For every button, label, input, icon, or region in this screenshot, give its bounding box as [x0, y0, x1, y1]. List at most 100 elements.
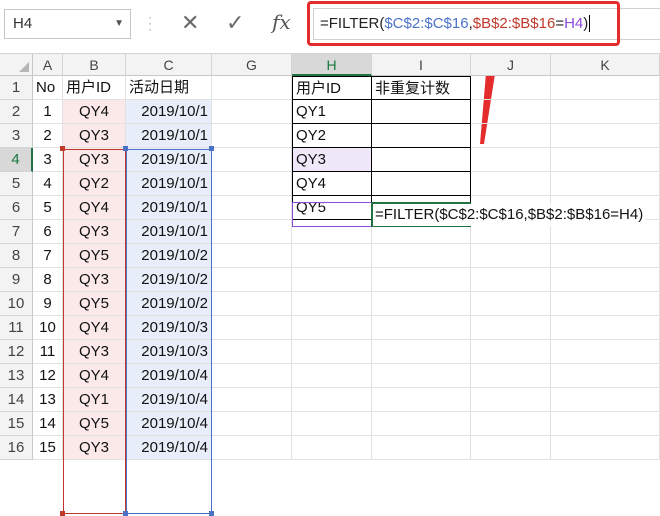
- cell[interactable]: [471, 340, 551, 364]
- cell[interactable]: [471, 76, 551, 100]
- data-cell[interactable]: 2019/10/4: [126, 436, 212, 460]
- range-resize-handle[interactable]: [209, 146, 214, 151]
- row-header-9[interactable]: 9: [0, 268, 33, 292]
- cell[interactable]: [551, 436, 660, 460]
- drag-handle-icon[interactable]: · · ·: [148, 11, 152, 35]
- cell[interactable]: [372, 268, 471, 292]
- data-cell[interactable]: 2019/10/4: [126, 364, 212, 388]
- cell[interactable]: [212, 172, 292, 196]
- cell[interactable]: [292, 268, 372, 292]
- cell[interactable]: [212, 148, 292, 172]
- cell[interactable]: [212, 196, 292, 220]
- data-cell[interactable]: 2019/10/1: [126, 172, 212, 196]
- column-header-g[interactable]: G: [212, 54, 292, 76]
- data-cell[interactable]: QY5: [63, 412, 126, 436]
- id-cell[interactable]: QY1: [292, 100, 372, 124]
- row-header-1[interactable]: 1: [0, 76, 33, 100]
- column-header-j[interactable]: J: [471, 54, 551, 76]
- cell[interactable]: [372, 364, 471, 388]
- cell[interactable]: [212, 412, 292, 436]
- data-cell[interactable]: 2019/10/2: [126, 292, 212, 316]
- data-cell[interactable]: 2019/10/2: [126, 244, 212, 268]
- cell[interactable]: [292, 412, 372, 436]
- data-cell[interactable]: 2019/10/1: [126, 196, 212, 220]
- cell[interactable]: [471, 100, 551, 124]
- cell[interactable]: [372, 292, 471, 316]
- data-cell[interactable]: 10: [33, 316, 63, 340]
- cell[interactable]: [212, 316, 292, 340]
- cell[interactable]: [212, 100, 292, 124]
- id-cell[interactable]: QY3: [292, 148, 372, 172]
- column-header-b[interactable]: B: [63, 54, 126, 76]
- data-cell[interactable]: QY5: [63, 244, 126, 268]
- row-header-5[interactable]: 5: [0, 172, 33, 196]
- cell[interactable]: [551, 244, 660, 268]
- cell[interactable]: [551, 172, 660, 196]
- cell[interactable]: [471, 292, 551, 316]
- data-cell[interactable]: QY4: [63, 100, 126, 124]
- cancel-icon[interactable]: ✕: [181, 10, 199, 36]
- data-cell[interactable]: QY3: [63, 124, 126, 148]
- data-cell[interactable]: 2019/10/4: [126, 412, 212, 436]
- cell[interactable]: [292, 436, 372, 460]
- enter-check-icon[interactable]: ✓: [226, 10, 244, 36]
- range-resize-handle[interactable]: [123, 511, 128, 516]
- cell[interactable]: [212, 76, 292, 100]
- id-cell[interactable]: QY4: [292, 172, 372, 196]
- column-header-a[interactable]: A: [33, 54, 63, 76]
- cell[interactable]: [212, 340, 292, 364]
- row-header-13[interactable]: 13: [0, 364, 33, 388]
- cell[interactable]: [292, 340, 372, 364]
- row-header-6[interactable]: 6: [0, 196, 33, 220]
- row-header-11[interactable]: 11: [0, 316, 33, 340]
- cell[interactable]: [551, 316, 660, 340]
- cell[interactable]: [372, 388, 471, 412]
- data-cell[interactable]: QY5: [63, 292, 126, 316]
- header-cell[interactable]: 非重复计数: [372, 76, 471, 100]
- range-resize-handle[interactable]: [60, 146, 65, 151]
- cell[interactable]: [292, 388, 372, 412]
- cell[interactable]: [372, 340, 471, 364]
- data-cell[interactable]: QY3: [63, 268, 126, 292]
- data-cell[interactable]: 2019/10/3: [126, 316, 212, 340]
- cell[interactable]: [551, 100, 660, 124]
- cell[interactable]: [292, 316, 372, 340]
- row-header-2[interactable]: 2: [0, 100, 33, 124]
- cell[interactable]: [551, 124, 660, 148]
- data-cell[interactable]: 7: [33, 244, 63, 268]
- cell[interactable]: [212, 244, 292, 268]
- data-cell[interactable]: 1: [33, 100, 63, 124]
- data-cell[interactable]: QY3: [63, 436, 126, 460]
- cell[interactable]: [212, 124, 292, 148]
- name-box[interactable]: H4 ▼: [4, 9, 131, 39]
- row-header-15[interactable]: 15: [0, 412, 33, 436]
- cell[interactable]: [292, 220, 372, 244]
- range-resize-handle[interactable]: [123, 146, 128, 151]
- cell[interactable]: [471, 244, 551, 268]
- select-all-button[interactable]: [0, 54, 33, 76]
- cell[interactable]: [471, 268, 551, 292]
- count-cell[interactable]: [372, 124, 471, 148]
- cell[interactable]: [471, 172, 551, 196]
- cell[interactable]: [551, 292, 660, 316]
- data-cell[interactable]: QY4: [63, 196, 126, 220]
- cell[interactable]: [471, 436, 551, 460]
- cell[interactable]: [372, 436, 471, 460]
- data-cell[interactable]: 4: [33, 172, 63, 196]
- row-header-10[interactable]: 10: [0, 292, 33, 316]
- cell[interactable]: [551, 364, 660, 388]
- row-header-14[interactable]: 14: [0, 388, 33, 412]
- insert-function-icon[interactable]: fx: [272, 8, 291, 36]
- data-cell[interactable]: QY4: [63, 364, 126, 388]
- data-cell[interactable]: QY3: [63, 340, 126, 364]
- data-cell[interactable]: 2019/10/1: [126, 148, 212, 172]
- cell[interactable]: [292, 364, 372, 388]
- data-cell[interactable]: 2019/10/1: [126, 220, 212, 244]
- data-cell[interactable]: 5: [33, 196, 63, 220]
- data-cell[interactable]: 6: [33, 220, 63, 244]
- cell[interactable]: [551, 148, 660, 172]
- column-header-i[interactable]: I: [372, 54, 471, 76]
- cell[interactable]: [372, 316, 471, 340]
- column-header-k[interactable]: K: [551, 54, 660, 76]
- range-resize-handle[interactable]: [209, 511, 214, 516]
